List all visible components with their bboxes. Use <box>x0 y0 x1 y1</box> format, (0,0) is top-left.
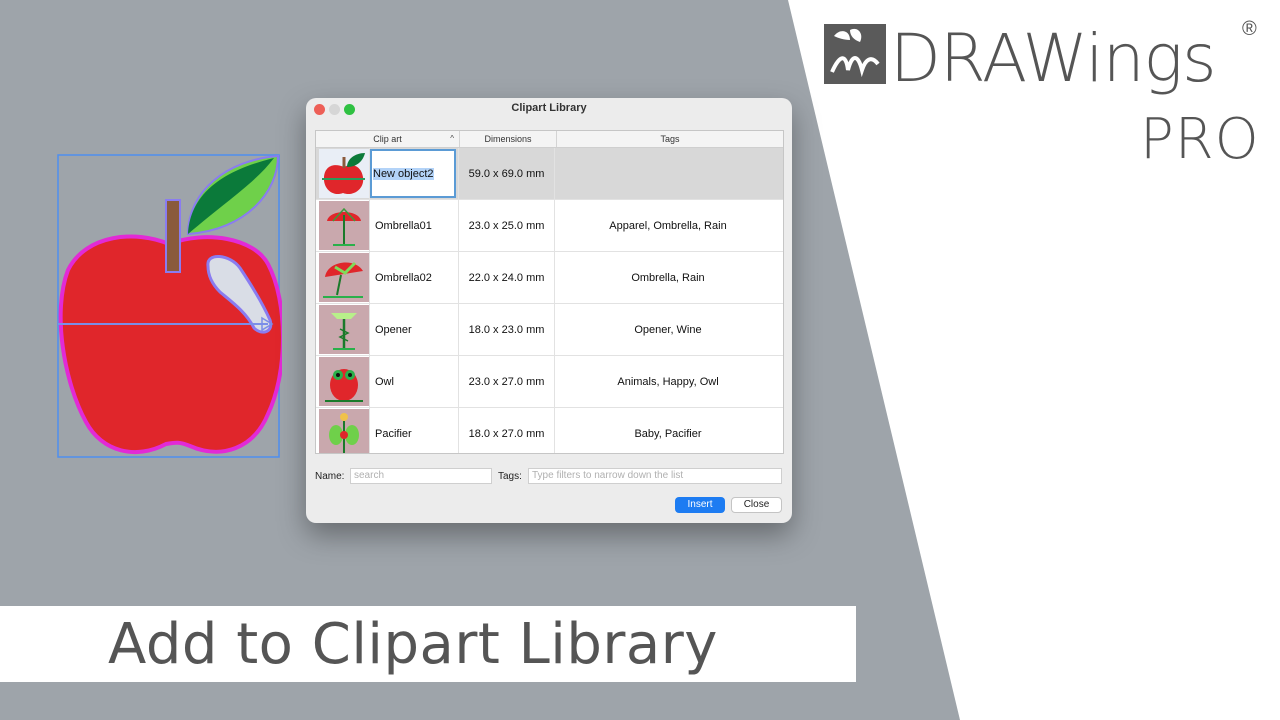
row-tags: Ombrella, Rain <box>631 271 705 284</box>
pacifier-thumbnail <box>318 409 369 453</box>
dialog-title: Clipart Library <box>511 102 587 114</box>
close-button[interactable]: Close <box>731 497 782 513</box>
table-row[interactable]: Opener 18.0 x 23.0 mm Opener, Wine <box>316 304 783 356</box>
name-search-field[interactable]: search <box>350 468 492 484</box>
owl-thumbnail <box>318 357 369 406</box>
name-label: Name: <box>315 471 345 482</box>
table-row[interactable]: Ombrella01 23.0 x 25.0 mm Apparel, Ombre… <box>316 200 783 252</box>
table-row[interactable]: Owl 23.0 x 27.0 mm Animals, Happy, Owl <box>316 356 783 408</box>
row-name: Opener <box>370 304 459 355</box>
row-tags: Apparel, Ombrella, Rain <box>609 219 727 232</box>
apple-thumbnail <box>318 149 369 198</box>
row-tags: Animals, Happy, Owl <box>617 375 719 388</box>
tags-label: Tags: <box>498 471 522 482</box>
row-dimensions: 23.0 x 25.0 mm <box>459 200 555 251</box>
sort-up-icon: ^ <box>450 134 454 143</box>
table-row[interactable]: Ombrella02 22.0 x 24.0 mm Ombrella, Rain <box>316 252 783 304</box>
opener-thumbnail <box>318 305 369 354</box>
brand-edition: PRO <box>1140 107 1260 172</box>
dialog-titlebar: Clipart Library <box>306 98 792 120</box>
row-dimensions: 18.0 x 27.0 mm <box>459 408 555 453</box>
registered-mark: ® <box>1242 18 1257 40</box>
row-name: Ombrella02 <box>370 252 459 303</box>
row-name: Pacifier <box>370 408 459 453</box>
table-row[interactable]: Pacifier 18.0 x 27.0 mm Baby, Pacifier <box>316 408 783 453</box>
row-tags: Opener, Wine <box>634 323 702 336</box>
column-header-tags[interactable]: Tags <box>557 131 783 147</box>
clipart-library-dialog: Clipart Library Clip art ^ Dimensions Tag… <box>306 98 792 523</box>
insert-button[interactable]: Insert <box>675 497 725 513</box>
drawings-logo-icon <box>824 24 886 84</box>
column-header-dimensions[interactable]: Dimensions <box>460 131 557 147</box>
row-name: Ombrella01 <box>370 200 459 251</box>
tags-filter-field[interactable]: Type filters to narrow down the list <box>528 468 782 484</box>
umbrella-open-thumbnail <box>318 253 369 302</box>
table-header: Clip art ^ Dimensions Tags <box>316 131 783 148</box>
row-dimensions: 23.0 x 27.0 mm <box>459 356 555 407</box>
table-row[interactable]: New object2 59.0 x 69.0 mm <box>316 148 783 200</box>
caption-banner: Add to Clipart Library <box>0 606 856 682</box>
rename-field[interactable]: New object2 <box>370 149 456 198</box>
row-dimensions: 22.0 x 24.0 mm <box>459 252 555 303</box>
row-dimensions: 18.0 x 23.0 mm <box>459 304 555 355</box>
umbrella-thumbnail <box>318 201 369 250</box>
clipart-table[interactable]: Clip art ^ Dimensions Tags New object2 59… <box>315 130 784 454</box>
brand-header: DRAWings ® PRO <box>822 18 1272 178</box>
row-tags <box>555 148 781 199</box>
apple-embroidery-artwork[interactable] <box>56 152 282 460</box>
row-tags: Baby, Pacifier <box>634 427 702 440</box>
column-header-clip-art[interactable]: Clip art ^ <box>316 131 460 147</box>
caption-text: Add to Clipart Library <box>108 612 718 677</box>
brand-name: DRAWings <box>890 20 1217 97</box>
row-dimensions: 59.0 x 69.0 mm <box>459 148 555 199</box>
row-name: Owl <box>370 356 459 407</box>
